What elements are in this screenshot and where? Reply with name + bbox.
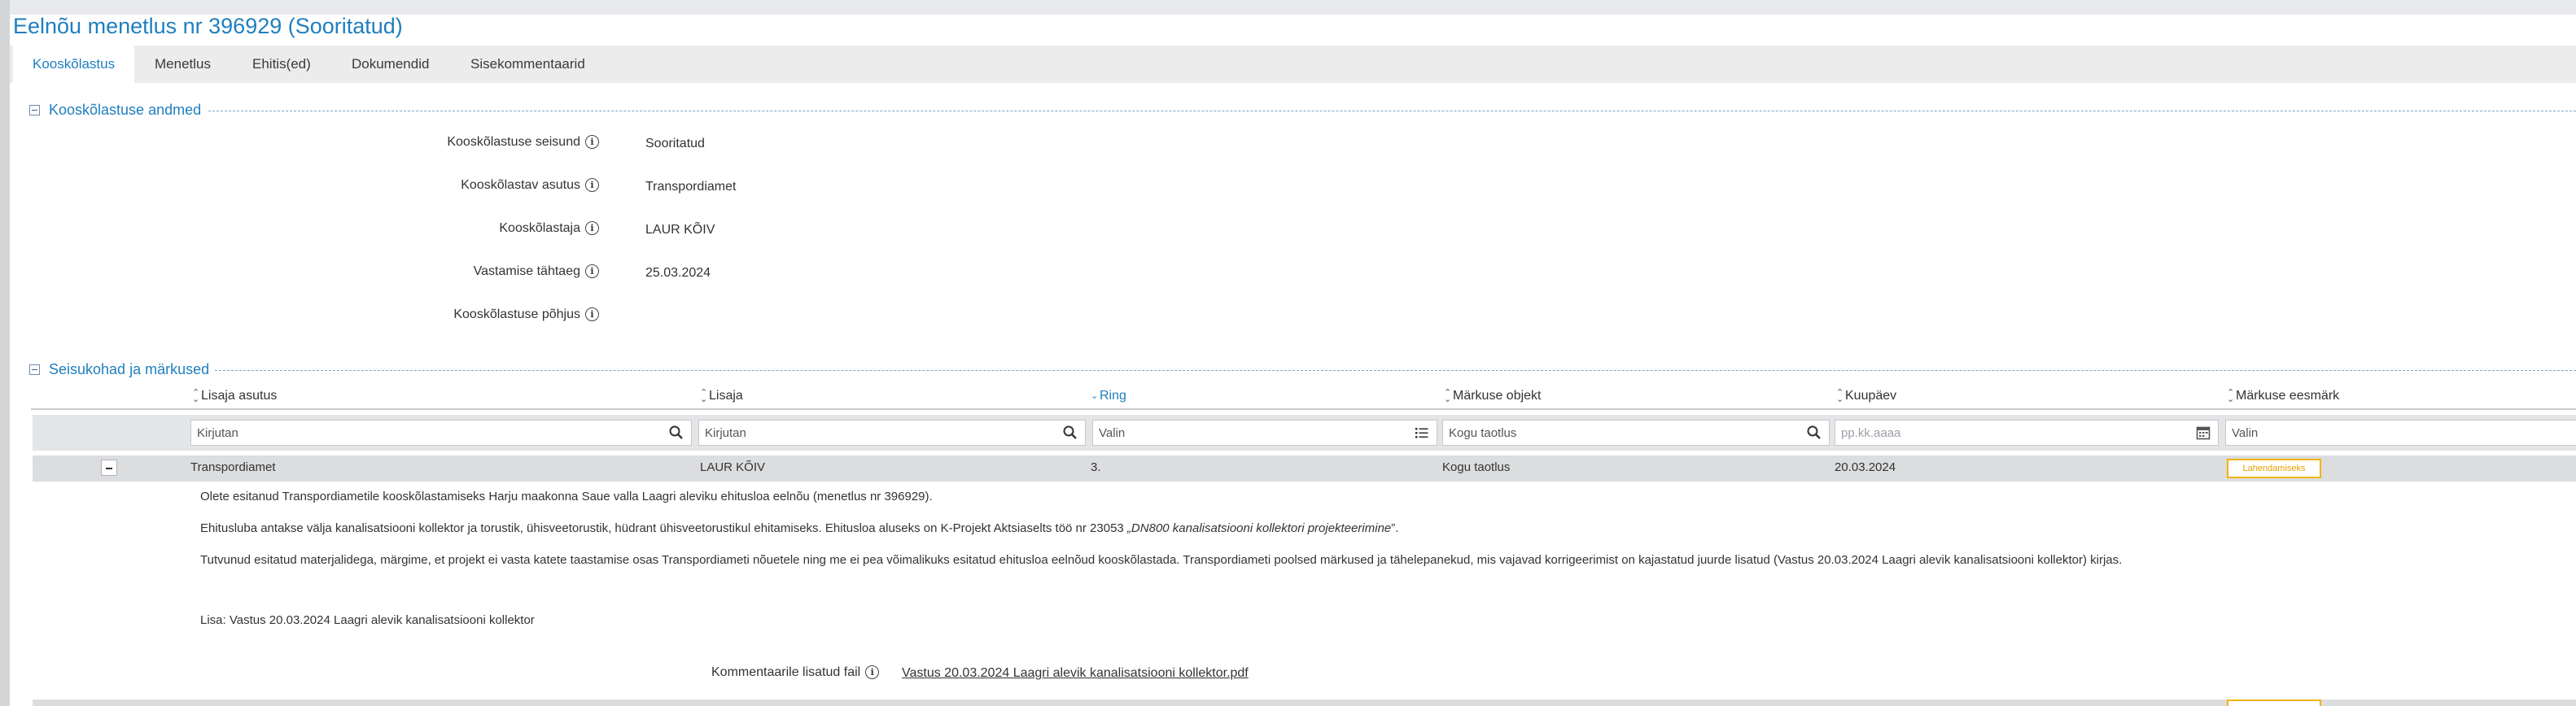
field-value-institution: Transpordiamet	[645, 180, 737, 194]
table-row[interactable]	[33, 455, 2576, 482]
label-text: Kooskõlastaja	[499, 221, 580, 235]
collapse-icon[interactable]	[29, 364, 40, 375]
field-value-status: Sooritatud	[645, 137, 705, 150]
left-rail	[0, 0, 10, 706]
collapse-icon[interactable]	[29, 105, 40, 115]
comment-paragraph-3: Tutvunud esitatud materjalidega, märgime…	[200, 553, 2123, 567]
tab-ehitised[interactable]: Ehitis(ed)	[233, 46, 330, 83]
field-label-deadline: Vastamise tähtaeg i	[29, 264, 599, 279]
filter-date-input[interactable]: pp.kk.aaaa	[1835, 420, 2219, 446]
purpose-badge: Lahendamiseks	[2227, 459, 2321, 478]
filter-purpose-select[interactable]: Valin	[2225, 420, 2576, 446]
text-segment: Ehitusluba antakse välja kanalisatsiooni…	[200, 521, 1127, 535]
info-icon[interactable]: i	[585, 264, 599, 279]
filter-author-input[interactable]: Kirjutan	[698, 420, 1086, 446]
remarks-section-header: Seisukohad ja märkused	[29, 361, 2576, 379]
info-icon[interactable]: i	[585, 135, 599, 150]
cell-institution: Transpordiamet	[190, 460, 276, 474]
column-label: Kuupäev	[1845, 389, 1897, 403]
attached-file-label: Kommentaarile lisatud fail i	[711, 665, 880, 680]
column-label: Lisaja	[709, 389, 743, 403]
attached-file-link[interactable]: Vastus 20.03.2024 Laagri alevik kanalisa…	[902, 666, 1249, 681]
column-header-institution[interactable]: ⌃ ⌄ Lisaja asutus	[192, 387, 278, 404]
sort-desc-icon: ⌄	[1091, 390, 1099, 401]
label-text: Vastamise tähtaeg	[473, 264, 580, 278]
table-row[interactable]	[33, 699, 2576, 706]
tab-sisekommentaarid[interactable]: Sisekommentaarid	[451, 46, 605, 83]
filter-value: Valin	[1099, 426, 1126, 440]
cell-round: 3.	[1091, 460, 1101, 474]
list-icon[interactable]	[1414, 425, 1430, 441]
page-title: Eelnõu menetlus nr 396929 (Sooritatud)	[13, 14, 403, 38]
label-text: Kooskõlastav asutus	[461, 178, 580, 192]
tab-kooskolastus[interactable]: Kooskõlastus	[13, 46, 135, 83]
comment-paragraph-2: Ehitusluba antakse välja kanalisatsiooni…	[200, 521, 1398, 535]
field-value-coordinator: LAUR KÕIV	[645, 223, 715, 237]
sort-icon: ⌃ ⌄	[1444, 387, 1452, 404]
sort-icon: ⌃ ⌄	[2227, 387, 2235, 404]
info-icon[interactable]: i	[585, 307, 599, 322]
sort-icon: ⌃ ⌄	[700, 387, 708, 404]
cell-object: Kogu taotlus	[1442, 460, 1511, 474]
comment-attachment-note: Lisa: Vastus 20.03.2024 Laagri alevik ka…	[200, 613, 535, 627]
search-icon[interactable]	[1062, 425, 1078, 441]
row-collapse-button[interactable]	[101, 460, 117, 476]
filter-institution-input[interactable]: Kirjutan	[190, 420, 692, 446]
column-header-date[interactable]: ⌃ ⌄ Kuupäev	[1836, 387, 1897, 404]
tab-dokumendid[interactable]: Dokumendid	[332, 46, 448, 83]
column-label: Lisaja asutus	[201, 389, 278, 403]
search-icon[interactable]	[668, 425, 684, 441]
cell-author: LAUR KÕIV	[700, 460, 766, 474]
coordination-section-header: Kooskõlastuse andmed	[29, 102, 2576, 120]
column-header-object[interactable]: ⌃ ⌄ Märkuse objekt	[1444, 387, 1542, 404]
section-title: Kooskõlastuse andmed	[49, 102, 207, 119]
tab-menetlus[interactable]: Menetlus	[135, 46, 230, 83]
info-icon[interactable]: i	[585, 221, 599, 236]
sort-icon: ⌃ ⌄	[1836, 387, 1844, 404]
project-title: „DN800 kanalisatsiooni kollektori projek…	[1126, 521, 1392, 535]
filter-value: Kirjutan	[705, 426, 746, 440]
comment-paragraph-1: Olete esitanud Transpordiametile kooskõl…	[200, 490, 933, 503]
column-label: Märkuse objekt	[1453, 389, 1542, 403]
tab-bar: Kooskõlastus Menetlus Ehitis(ed) Dokumen…	[10, 46, 2576, 83]
header-divider	[31, 408, 2576, 410]
purpose-badge	[2227, 699, 2321, 706]
column-label: Ring	[1100, 389, 1126, 403]
section-title: Seisukohad ja märkused	[49, 361, 215, 378]
field-label-status: Kooskõlastuse seisund i	[29, 135, 599, 150]
filter-placeholder: pp.kk.aaaa	[1841, 426, 1901, 440]
sort-icon: ⌃ ⌄	[192, 387, 200, 404]
label-text: Kooskõlastuse põhjus	[453, 307, 580, 321]
cell-date: 20.03.2024	[1835, 460, 1896, 474]
field-label-coordinator: Kooskõlastaja i	[29, 221, 599, 236]
filter-value: Kogu taotlus	[1449, 426, 1517, 440]
label-text: Kommentaarile lisatud fail	[711, 665, 861, 679]
label-text: Kooskõlastuse seisund	[447, 135, 580, 149]
text-segment: ”.	[1391, 521, 1399, 535]
info-icon[interactable]: i	[865, 665, 880, 680]
filter-value: Valin	[2232, 426, 2259, 440]
column-header-round[interactable]: ⌄ Ring	[1091, 389, 1126, 403]
filter-object-input[interactable]: Kogu taotlus	[1442, 420, 1830, 446]
column-header-author[interactable]: ⌃ ⌄ Lisaja	[700, 387, 743, 404]
field-label-reason: Kooskõlastuse põhjus i	[29, 307, 599, 322]
info-icon[interactable]: i	[585, 178, 599, 193]
search-icon[interactable]	[1806, 425, 1822, 441]
section-divider	[215, 370, 2576, 371]
top-bar	[0, 0, 2576, 15]
column-label: Märkuse eesmärk	[2236, 389, 2340, 403]
field-value-deadline: 25.03.2024	[645, 266, 711, 280]
filter-value: Kirjutan	[197, 426, 238, 440]
column-header-purpose[interactable]: ⌃ ⌄ Märkuse eesmärk	[2227, 387, 2340, 404]
filter-round-select[interactable]: Valin	[1092, 420, 1437, 446]
calendar-icon[interactable]	[2195, 425, 2211, 441]
field-label-institution: Kooskõlastav asutus i	[29, 178, 599, 193]
